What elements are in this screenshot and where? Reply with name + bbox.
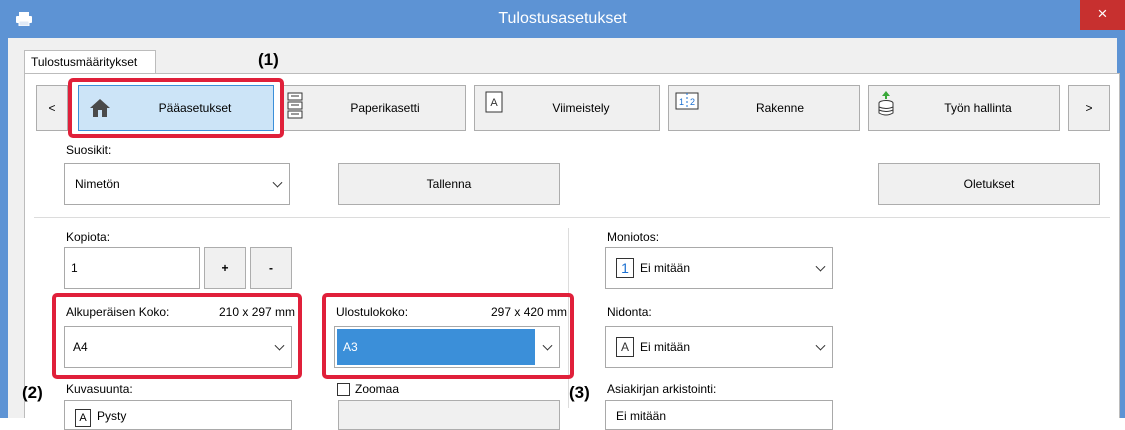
orientation-dropdown[interactable]: A Pysty [64,400,292,430]
chevron-down-icon [272,177,283,188]
paper-tray-icon [287,92,303,119]
nav-prev-button[interactable]: < [36,85,68,131]
binding-dropdown[interactable]: A Ei mitään [605,326,833,368]
annotation-3: (3) [569,383,590,402]
highlight-box-3 [322,293,574,379]
n-up-icon: 1 [616,258,634,278]
svg-text:2: 2 [690,97,695,107]
tab-print-settings[interactable]: Tulostusmääritykset [24,50,156,74]
archive-value: Ei mitään [616,409,667,423]
nav-item-layout[interactable]: 1 2 Rakenne [668,85,860,131]
nav-item-label: Työn hallinta [944,101,1012,115]
chevron-down-icon [815,261,826,272]
nav-item-job-control[interactable]: Työn hallinta [868,85,1060,131]
layout-icon: 1 2 [675,92,699,110]
zoom-label: Zoomaa [355,382,400,396]
archive-dropdown[interactable]: Ei mitään [605,400,833,430]
annotation-2: (2) [22,383,43,402]
favorites-label: Suosikit: [66,143,112,157]
favorites-dropdown[interactable]: Nimetön [64,163,290,205]
section-divider [34,217,1110,218]
binding-label: Nidonta: [607,305,652,319]
copies-plus-button[interactable]: + [204,247,246,289]
nav-item-paper-tray[interactable]: Paperikasetti [280,85,466,131]
n-up-value: Ei mitään [640,261,691,275]
copies-input[interactable]: 1 [64,247,200,289]
defaults-button[interactable]: Oletukset [878,163,1100,205]
nav-item-label: Paperikasetti [350,101,420,115]
close-button[interactable]: × [1080,0,1125,30]
highlight-box-1 [68,78,284,138]
zoom-checkbox[interactable] [337,383,350,396]
zoom-settings-button[interactable] [338,400,560,430]
archive-label: Asiakirjan arkistointi: [607,382,717,396]
finishing-icon: A [485,91,503,113]
svg-text:A: A [490,97,498,109]
nav-item-label: Viimeistely [552,101,610,115]
nav-item-finishing[interactable]: A Viimeistely [474,85,660,131]
svg-text:1: 1 [679,97,684,107]
copies-label: Kopiota: [66,230,111,244]
window-title: Tulostusasetukset [498,10,627,27]
highlight-box-2 [52,293,302,379]
orientation-label: Kuvasuunta: [66,382,133,396]
orientation-value: Pysty [97,409,127,423]
job-control-icon [878,91,894,116]
binding-value: Ei mitään [640,340,691,354]
copies-minus-button[interactable]: - [250,247,292,289]
nav-next-button[interactable]: > [1068,85,1110,131]
annotation-1: (1) [258,50,279,69]
chevron-down-icon [815,340,826,351]
orientation-icon: A [75,409,91,427]
favorites-value: Nimetön [75,177,120,191]
n-up-dropdown[interactable]: 1 Ei mitään [605,247,833,289]
n-up-label: Moniotos: [607,230,660,244]
nav-item-label: Rakenne [755,101,805,115]
binding-icon: A [616,337,634,357]
save-button[interactable]: Tallenna [338,163,560,205]
